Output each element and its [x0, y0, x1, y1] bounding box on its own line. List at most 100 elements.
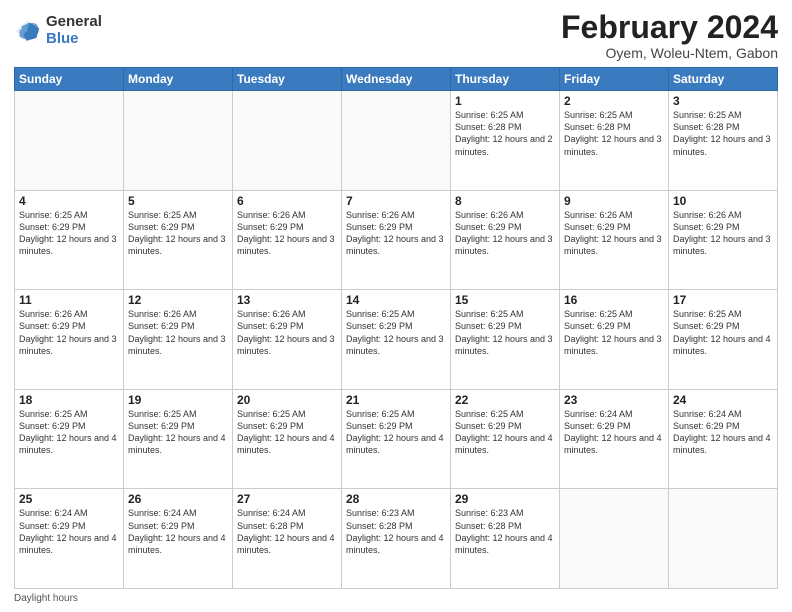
day-number: 6 [237, 194, 337, 208]
title-block: February 2024 Oyem, Woleu-Ntem, Gabon [561, 10, 778, 61]
calendar-week-4: 18Sunrise: 6:25 AM Sunset: 6:29 PM Dayli… [15, 389, 778, 489]
day-info: Sunrise: 6:25 AM Sunset: 6:28 PM Dayligh… [673, 109, 773, 158]
day-number: 16 [564, 293, 664, 307]
day-info: Sunrise: 6:24 AM Sunset: 6:28 PM Dayligh… [237, 507, 337, 556]
col-monday: Monday [124, 68, 233, 91]
day-number: 7 [346, 194, 446, 208]
day-info: Sunrise: 6:25 AM Sunset: 6:29 PM Dayligh… [19, 408, 119, 457]
calendar-cell: 2Sunrise: 6:25 AM Sunset: 6:28 PM Daylig… [560, 91, 669, 191]
day-info: Sunrise: 6:25 AM Sunset: 6:29 PM Dayligh… [673, 308, 773, 357]
logo-icon [14, 17, 42, 45]
col-friday: Friday [560, 68, 669, 91]
calendar-cell: 25Sunrise: 6:24 AM Sunset: 6:29 PM Dayli… [15, 489, 124, 589]
calendar-cell: 16Sunrise: 6:25 AM Sunset: 6:29 PM Dayli… [560, 290, 669, 390]
calendar-cell: 6Sunrise: 6:26 AM Sunset: 6:29 PM Daylig… [233, 190, 342, 290]
calendar-cell: 26Sunrise: 6:24 AM Sunset: 6:29 PM Dayli… [124, 489, 233, 589]
day-info: Sunrise: 6:25 AM Sunset: 6:29 PM Dayligh… [128, 209, 228, 258]
calendar-cell: 7Sunrise: 6:26 AM Sunset: 6:29 PM Daylig… [342, 190, 451, 290]
calendar-cell [233, 91, 342, 191]
day-number: 5 [128, 194, 228, 208]
calendar-cell: 8Sunrise: 6:26 AM Sunset: 6:29 PM Daylig… [451, 190, 560, 290]
calendar-cell [669, 489, 778, 589]
day-number: 26 [128, 492, 228, 506]
day-info: Sunrise: 6:25 AM Sunset: 6:29 PM Dayligh… [346, 408, 446, 457]
calendar-cell: 4Sunrise: 6:25 AM Sunset: 6:29 PM Daylig… [15, 190, 124, 290]
calendar-cell: 5Sunrise: 6:25 AM Sunset: 6:29 PM Daylig… [124, 190, 233, 290]
calendar-cell: 13Sunrise: 6:26 AM Sunset: 6:29 PM Dayli… [233, 290, 342, 390]
day-info: Sunrise: 6:26 AM Sunset: 6:29 PM Dayligh… [237, 209, 337, 258]
day-number: 28 [346, 492, 446, 506]
day-info: Sunrise: 6:25 AM Sunset: 6:29 PM Dayligh… [455, 308, 555, 357]
calendar-cell: 14Sunrise: 6:25 AM Sunset: 6:29 PM Dayli… [342, 290, 451, 390]
calendar-header-row: Sunday Monday Tuesday Wednesday Thursday… [15, 68, 778, 91]
calendar-title: February 2024 [561, 10, 778, 45]
col-sunday: Sunday [15, 68, 124, 91]
calendar-cell [15, 91, 124, 191]
day-number: 27 [237, 492, 337, 506]
calendar-cell: 3Sunrise: 6:25 AM Sunset: 6:28 PM Daylig… [669, 91, 778, 191]
day-number: 3 [673, 94, 773, 108]
calendar-cell: 28Sunrise: 6:23 AM Sunset: 6:28 PM Dayli… [342, 489, 451, 589]
calendar-table: Sunday Monday Tuesday Wednesday Thursday… [14, 67, 778, 589]
day-info: Sunrise: 6:25 AM Sunset: 6:29 PM Dayligh… [19, 209, 119, 258]
col-thursday: Thursday [451, 68, 560, 91]
calendar-cell: 11Sunrise: 6:26 AM Sunset: 6:29 PM Dayli… [15, 290, 124, 390]
day-number: 2 [564, 94, 664, 108]
calendar-cell: 9Sunrise: 6:26 AM Sunset: 6:29 PM Daylig… [560, 190, 669, 290]
calendar-cell: 18Sunrise: 6:25 AM Sunset: 6:29 PM Dayli… [15, 389, 124, 489]
calendar-cell: 20Sunrise: 6:25 AM Sunset: 6:29 PM Dayli… [233, 389, 342, 489]
calendar-cell [560, 489, 669, 589]
calendar-cell: 27Sunrise: 6:24 AM Sunset: 6:28 PM Dayli… [233, 489, 342, 589]
day-number: 10 [673, 194, 773, 208]
logo-general-text: General [46, 14, 102, 31]
footer-note: Daylight hours [14, 593, 778, 604]
day-info: Sunrise: 6:24 AM Sunset: 6:29 PM Dayligh… [673, 408, 773, 457]
calendar-week-5: 25Sunrise: 6:24 AM Sunset: 6:29 PM Dayli… [15, 489, 778, 589]
day-info: Sunrise: 6:26 AM Sunset: 6:29 PM Dayligh… [673, 209, 773, 258]
day-number: 4 [19, 194, 119, 208]
calendar-cell [342, 91, 451, 191]
calendar-week-2: 4Sunrise: 6:25 AM Sunset: 6:29 PM Daylig… [15, 190, 778, 290]
day-number: 17 [673, 293, 773, 307]
day-info: Sunrise: 6:24 AM Sunset: 6:29 PM Dayligh… [19, 507, 119, 556]
day-info: Sunrise: 6:26 AM Sunset: 6:29 PM Dayligh… [455, 209, 555, 258]
calendar-cell [124, 91, 233, 191]
calendar-week-1: 1Sunrise: 6:25 AM Sunset: 6:28 PM Daylig… [15, 91, 778, 191]
day-number: 19 [128, 393, 228, 407]
day-number: 15 [455, 293, 555, 307]
day-number: 1 [455, 94, 555, 108]
day-info: Sunrise: 6:26 AM Sunset: 6:29 PM Dayligh… [237, 308, 337, 357]
day-info: Sunrise: 6:25 AM Sunset: 6:28 PM Dayligh… [564, 109, 664, 158]
day-number: 8 [455, 194, 555, 208]
page: General Blue February 2024 Oyem, Woleu-N… [0, 0, 792, 612]
col-tuesday: Tuesday [233, 68, 342, 91]
day-info: Sunrise: 6:26 AM Sunset: 6:29 PM Dayligh… [346, 209, 446, 258]
logo-blue-text: Blue [46, 31, 102, 48]
day-info: Sunrise: 6:25 AM Sunset: 6:29 PM Dayligh… [237, 408, 337, 457]
day-info: Sunrise: 6:25 AM Sunset: 6:29 PM Dayligh… [128, 408, 228, 457]
calendar-location: Oyem, Woleu-Ntem, Gabon [561, 45, 778, 61]
day-number: 11 [19, 293, 119, 307]
calendar-cell: 24Sunrise: 6:24 AM Sunset: 6:29 PM Dayli… [669, 389, 778, 489]
calendar-week-3: 11 Sunrise: 6:26 AM Sunset: 6:29 PM Dayli… [15, 290, 778, 390]
calendar-cell: 23Sunrise: 6:24 AM Sunset: 6:29 PM Dayli… [560, 389, 669, 489]
day-number: 13 [237, 293, 337, 307]
calendar-cell: 15Sunrise: 6:25 AM Sunset: 6:29 PM Dayli… [451, 290, 560, 390]
logo: General Blue [14, 14, 102, 47]
day-info: Sunrise: 6:24 AM Sunset: 6:29 PM Dayligh… [564, 408, 664, 457]
calendar-cell: 10Sunrise: 6:26 AM Sunset: 6:29 PM Dayli… [669, 190, 778, 290]
day-info: Sunrise: 6:23 AM Sunset: 6:28 PM Dayligh… [346, 507, 446, 556]
daylight-hours-label: Daylight hours [14, 593, 78, 604]
calendar-cell: 1Sunrise: 6:25 AM Sunset: 6:28 PM Daylig… [451, 91, 560, 191]
day-number: 14 [346, 293, 446, 307]
calendar-cell: 22Sunrise: 6:25 AM Sunset: 6:29 PM Dayli… [451, 389, 560, 489]
col-saturday: Saturday [669, 68, 778, 91]
day-number: 9 [564, 194, 664, 208]
day-number: 20 [237, 393, 337, 407]
day-number: 21 [346, 393, 446, 407]
day-number: 24 [673, 393, 773, 407]
day-info: Sunrise: 6:25 AM Sunset: 6:29 PM Dayligh… [455, 408, 555, 457]
day-info: Sunrise: 6:25 AM Sunset: 6:28 PM Dayligh… [455, 109, 555, 158]
calendar-cell: 12Sunrise: 6:26 AM Sunset: 6:29 PM Dayli… [124, 290, 233, 390]
day-info: Sunrise: 6:23 AM Sunset: 6:28 PM Dayligh… [455, 507, 555, 556]
